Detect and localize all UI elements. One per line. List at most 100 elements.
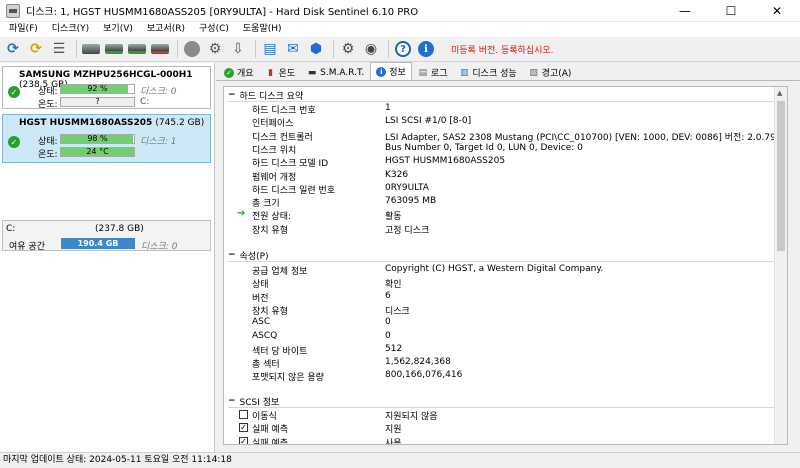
property-row[interactable]: 디스크 컨트롤러 LSI Adapter, SAS2 2308 Mustang (… [224, 129, 787, 143]
menu-help[interactable]: 도움말(H) [236, 22, 289, 37]
vertical-scrollbar[interactable]: ▲ [774, 87, 787, 444]
menu-file[interactable]: 파일(F) [2, 22, 45, 37]
checkbox[interactable] [239, 410, 248, 419]
property-row[interactable]: 포맷되지 않은 용량 800,166,076,416 [224, 369, 774, 384]
refresh-all-icon[interactable]: ⟳ [26, 39, 46, 59]
gear-icon[interactable]: ⚙ [338, 39, 358, 59]
checkbox[interactable]: ✓ [239, 423, 248, 433]
scrollbar-thumb[interactable] [777, 101, 785, 251]
property-key: ASC [252, 317, 271, 328]
tab-label: 개요 [237, 69, 254, 79]
property-row[interactable]: 인터페이스 LSI SCSI #1/0 [8-0] [224, 115, 774, 129]
property-row[interactable]: 섹터 당 바이트 512 [224, 343, 774, 357]
section-properties-header[interactable]: − 속성(P) [228, 249, 774, 262]
email-icon[interactable]: ✉ [283, 39, 303, 59]
tab-label: S.M.A.R.T. [320, 67, 365, 78]
section-title: SCSI 정보 [239, 397, 280, 408]
property-row[interactable]: 장치 유형 고정 디스크 [224, 222, 774, 236]
info-icon[interactable]: i [416, 39, 436, 59]
property-key: 장치 유형 [252, 306, 288, 317]
rescan-icon[interactable]: ☰ [49, 39, 69, 59]
property-row[interactable]: 장치 유형 디스크 [224, 303, 774, 317]
section-scsi-header[interactable]: − SCSI 정보 [228, 395, 774, 408]
temperature-label: 온도: [38, 150, 58, 160]
property-value: 1 [385, 103, 391, 113]
menu-config[interactable]: 구성(C) [192, 22, 236, 37]
property-row[interactable]: ✓ 실패 예측 지원 [224, 421, 774, 436]
property-row[interactable]: ➔ 전원 상태: 활동 [224, 208, 774, 223]
tab-temperature[interactable]: ▮ 온도 [260, 64, 302, 80]
property-key: 실패 예측 [252, 425, 288, 436]
property-value: 800,166,076,416 [385, 370, 463, 381]
property-row[interactable]: ✓ 실패 예측 사용 [224, 435, 774, 445]
property-value: 0 [385, 330, 391, 341]
health-value: 98 % [87, 134, 108, 143]
help-icon[interactable]: ? [393, 39, 413, 59]
property-row[interactable]: 총 섹터 1,562,824,368 [224, 356, 774, 370]
report-icon[interactable]: ▤ [260, 39, 280, 59]
disk-item-1[interactable]: HGST HUSMM1680ASS205 (745.2 GB) ✓ 상태: 98… [2, 114, 211, 163]
temperature-bar: ? [60, 97, 135, 107]
info-icon: i [376, 66, 387, 77]
tab-information[interactable]: i 정보 [370, 62, 412, 80]
property-value: Copyright (C) HGST, a Western Digital Co… [385, 264, 604, 274]
menu-view[interactable]: 보기(V) [96, 22, 140, 37]
tab-label: 정보 [389, 68, 406, 78]
refresh-icon[interactable]: ⟳ [3, 39, 23, 59]
toolbar-separator [333, 40, 334, 58]
property-row[interactable]: 이동식 지원되지 않음 [224, 408, 774, 422]
health-bar: 98 % [60, 134, 135, 144]
property-row[interactable]: 총 크기 763095 MB [224, 195, 774, 210]
property-row[interactable]: 하드 디스크 번호 1 [224, 102, 774, 116]
disk-alert-icon[interactable] [150, 39, 170, 59]
volume-item[interactable]: C: (237.8 GB) 여유 공간 190.4 GB 디스크: 0 [2, 220, 211, 252]
tab-label: 디스크 성능 [472, 69, 517, 79]
property-row[interactable]: 펌웨어 개정 K326 [224, 169, 774, 183]
property-row[interactable]: 공급 업체 정보 Copyright (C) HGST, a Western Di… [224, 263, 774, 277]
network-icon[interactable]: ⬢ [306, 39, 326, 59]
maximize-button[interactable]: ☐ [708, 0, 754, 22]
property-row[interactable]: 하드 디스크 일련 번호 0RY9ULTA [224, 182, 774, 196]
property-row[interactable]: 버전 6 [224, 290, 774, 304]
disk-test-icon[interactable] [104, 39, 124, 59]
tab-label: 온도 [278, 69, 296, 79]
property-row[interactable]: 하드 디스크 모델 ID HGST HUSMM1680ASS205 [224, 155, 774, 170]
property-row[interactable]: ASC 0 [224, 316, 774, 329]
window-title: 디스크: 1, HGST HUSMM1680ASS205 [0RY9ULTA] … [26, 7, 419, 18]
close-button[interactable]: ✕ [754, 0, 800, 22]
tab-disk-performance[interactable]: ▥ 디스크 성능 [453, 64, 522, 80]
tab-overview[interactable]: ✓ 개요 [218, 64, 260, 80]
acoustic-icon[interactable] [182, 39, 202, 59]
checkbox[interactable]: ✓ [239, 436, 248, 444]
sound-icon[interactable]: ◉ [361, 39, 381, 59]
menu-bar: 파일(F) 디스크(Y) 보기(V) 보고서(R) 구성(C) 도움말(H) [0, 22, 800, 37]
menu-disk[interactable]: 디스크(Y) [45, 22, 96, 37]
property-row[interactable]: ASCQ 0 [224, 330, 774, 343]
tab-alerts[interactable]: ▧ 경고(A) [523, 64, 578, 80]
property-key: 하드 디스크 일련 번호 [252, 185, 336, 196]
tab-log[interactable]: ▤ 로그 [412, 64, 454, 80]
property-key: 디스크 컨트롤러 [252, 132, 313, 143]
free-space-bar: 190.4 GB [61, 238, 135, 249]
section-summary-header[interactable]: − 하드 디스크 요약 [228, 89, 774, 102]
backup-icon[interactable]: ⇩ [228, 39, 248, 59]
surface-test-icon[interactable] [81, 39, 101, 59]
menu-report[interactable]: 보고서(R) [140, 22, 192, 37]
property-key: 총 크기 [252, 199, 280, 210]
registration-notice[interactable]: 미등록 버전. 등록하십시오. [451, 43, 554, 56]
property-key: 포맷되지 않은 용량 [252, 373, 324, 384]
disk-item-0[interactable]: SAMSUNG MZHPU256HCGL-000H1 (238.5 GB) ✓ … [2, 66, 211, 110]
property-row[interactable]: 디스크 위치 Bus Number 0, Target Id 0, LUN 0, … [224, 142, 774, 156]
tab-smart[interactable]: ▬ S.M.A.R.T. [301, 64, 370, 80]
minimize-button[interactable]: — [662, 0, 708, 22]
property-row[interactable]: 상태 확인 [224, 276, 774, 290]
toolbar: ⟳ ⟳ ☰ ⚙ ⇩ ▤ ✉ ⬢ ⚙ ◉ ? i 미등록 버전. 등록하십시오. [0, 37, 800, 62]
cloud-tools-icon[interactable]: ⚙ [205, 39, 225, 59]
disk-ok-icon[interactable] [127, 39, 147, 59]
property-value: Bus Number 0, Target Id 0, LUN 0, Device… [385, 142, 583, 153]
property-key: 하드 디스크 모델 ID [252, 159, 329, 170]
scroll-up-icon[interactable]: ▲ [777, 89, 782, 97]
property-key: 실패 예측 [252, 438, 288, 445]
property-key: 장치 유형 [252, 225, 288, 236]
toolbar-separator [255, 40, 256, 58]
